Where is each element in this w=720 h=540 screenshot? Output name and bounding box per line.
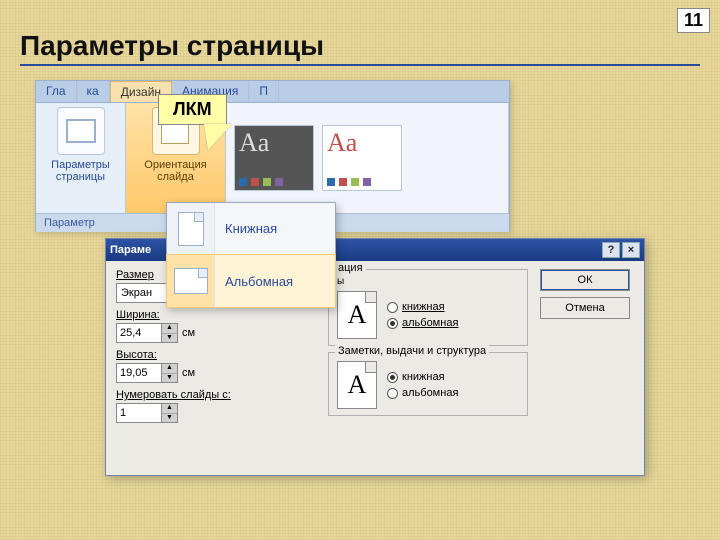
radio-label: книжная — [402, 371, 445, 383]
tab-home[interactable]: Гла — [36, 81, 77, 102]
landscape-icon — [167, 255, 215, 307]
slides-sub: ы — [337, 276, 519, 287]
notes-legend: Заметки, выдачи и структура — [335, 345, 489, 357]
number-spinner[interactable]: ▲▼ — [116, 403, 178, 423]
radio-label: альбомная — [402, 387, 458, 399]
submenu-label: Альбомная — [215, 274, 293, 289]
theme-swatches — [327, 178, 397, 186]
slides-preview-icon: A — [337, 291, 377, 339]
callout-tail — [204, 124, 232, 150]
orientation-submenu: Книжная Альбомная — [166, 202, 336, 308]
slides-portrait-radio[interactable]: книжная — [387, 301, 458, 313]
themes-group: Aa Aa — [226, 103, 509, 213]
height-label: Высота: — [116, 349, 316, 361]
spin-down-icon[interactable]: ▼ — [162, 374, 177, 383]
notes-portrait-radio[interactable]: книжная — [387, 371, 458, 383]
tab-more[interactable]: П — [249, 81, 279, 102]
ribbon-tabs: Гла ка Дизайн Анимация П — [36, 81, 509, 103]
page-setup-label: Параметры страницы — [51, 159, 110, 183]
notes-groupbox: Заметки, выдачи и структура A книжная ал… — [328, 352, 528, 416]
notes-landscape-radio[interactable]: альбомная — [387, 387, 458, 399]
number-label: Нумеровать слайды с: — [116, 389, 316, 401]
callout: ЛКМ — [158, 94, 227, 125]
spin-down-icon[interactable]: ▼ — [162, 414, 177, 423]
width-spinner[interactable]: ▲▼ — [116, 323, 178, 343]
callout-text: ЛКМ — [158, 94, 227, 125]
help-button[interactable]: ? — [602, 242, 620, 258]
slides-groupbox: ация ы A книжная альбомная — [328, 269, 528, 346]
slides-landscape-radio[interactable]: альбомная — [387, 317, 458, 329]
number-input[interactable] — [117, 404, 161, 422]
page-title: Параметры страницы — [20, 30, 700, 66]
page-setup-button[interactable]: Параметры страницы — [36, 103, 126, 213]
dialog-title-text: Параме — [110, 244, 151, 256]
theme-text: Aa — [327, 130, 397, 156]
width-input[interactable] — [117, 324, 161, 342]
size-value: Экран — [121, 287, 152, 299]
submenu-landscape[interactable]: Альбомная — [167, 255, 335, 307]
spin-up-icon[interactable]: ▲ — [162, 404, 177, 414]
height-spinner[interactable]: ▲▼ — [116, 363, 178, 383]
spin-up-icon[interactable]: ▲ — [162, 324, 177, 334]
tab-insert[interactable]: ка — [77, 81, 110, 102]
dialog-right-column: ОК Отмена — [540, 269, 630, 467]
radio-label: альбомная — [402, 317, 458, 329]
radio-label: книжная — [402, 301, 445, 313]
notes-preview-icon: A — [337, 361, 377, 409]
portrait-icon — [167, 203, 215, 254]
submenu-label: Книжная — [215, 221, 277, 236]
theme-tile-2[interactable]: Aa — [322, 125, 402, 191]
unit-label: см — [182, 327, 195, 339]
theme-swatches — [239, 178, 309, 186]
dialog-mid-column: ация ы A книжная альбомная Заметки, выда… — [328, 269, 528, 467]
spin-up-icon[interactable]: ▲ — [162, 364, 177, 374]
orientation-label: Ориентация слайда — [144, 159, 206, 183]
page-setup-icon — [57, 107, 105, 155]
theme-text: Aa — [239, 130, 309, 156]
ribbon-body: Параметры страницы Ориентация слайда Aa … — [36, 103, 509, 213]
width-label: Ширина: — [116, 309, 316, 321]
unit-label: см — [182, 367, 195, 379]
ok-button[interactable]: ОК — [540, 269, 630, 291]
slides-legend: ация — [335, 262, 366, 274]
close-button[interactable]: × — [622, 242, 640, 258]
height-input[interactable] — [117, 364, 161, 382]
spin-down-icon[interactable]: ▼ — [162, 334, 177, 343]
submenu-portrait[interactable]: Книжная — [167, 203, 335, 255]
theme-tile-1[interactable]: Aa — [234, 125, 314, 191]
cancel-button[interactable]: Отмена — [540, 297, 630, 319]
